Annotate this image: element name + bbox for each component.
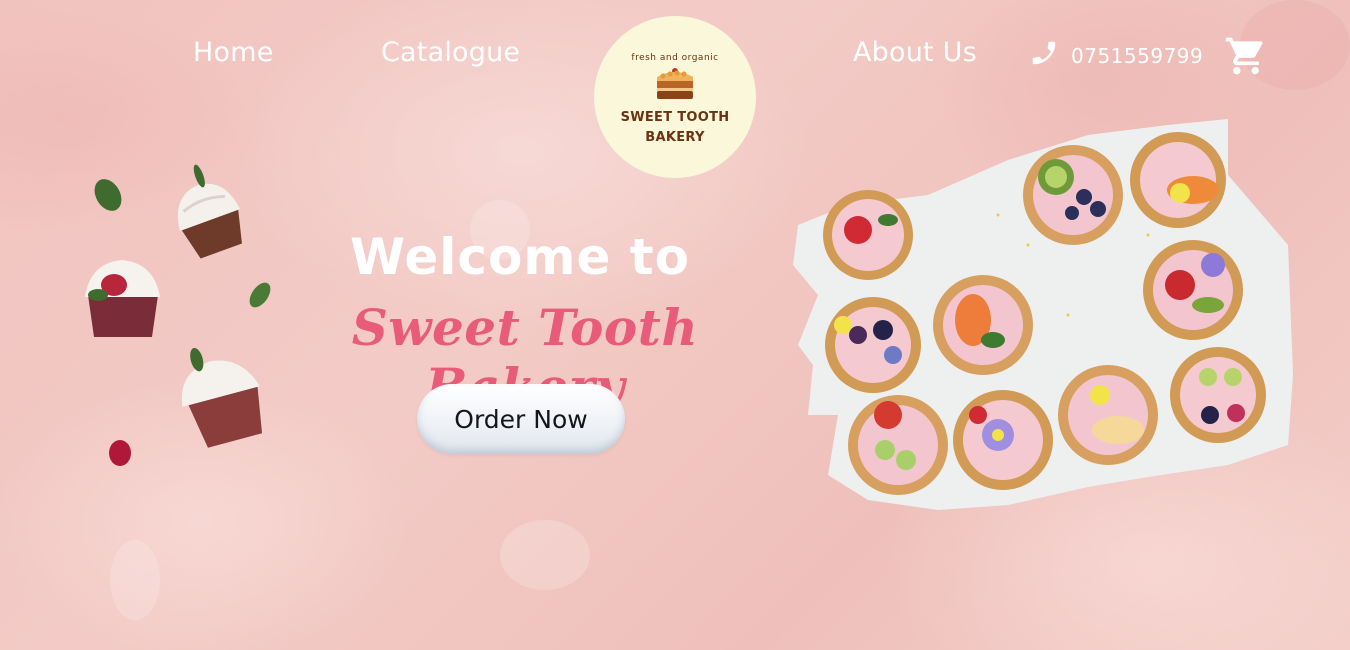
top-navigation: Home Catalogue About Us 0751559799 fresh… bbox=[0, 0, 1350, 178]
logo-name-line2: BAKERY bbox=[645, 129, 705, 145]
logo-tagline: fresh and organic bbox=[631, 52, 719, 63]
cupcakes-illustration bbox=[70, 145, 290, 475]
order-now-button[interactable]: Order Now bbox=[417, 384, 625, 454]
phone-icon bbox=[1029, 38, 1059, 73]
nav-home-link[interactable]: Home bbox=[193, 37, 274, 68]
phone-number: 0751559799 bbox=[1071, 43, 1204, 68]
cake-icon bbox=[653, 63, 697, 108]
hero-welcome-heading: Welcome to bbox=[349, 228, 691, 286]
nav-about-link[interactable]: About Us bbox=[853, 37, 977, 68]
phone-contact[interactable]: 0751559799 bbox=[1029, 38, 1203, 73]
nav-catalogue-link[interactable]: Catalogue bbox=[381, 37, 520, 68]
cart-icon[interactable] bbox=[1224, 34, 1268, 78]
bakery-logo[interactable]: fresh and organic SWEET TOOTH BAKERY bbox=[594, 16, 756, 178]
logo-name-line1: SWEET TOOTH bbox=[620, 109, 730, 125]
pastries-photo bbox=[788, 115, 1298, 525]
